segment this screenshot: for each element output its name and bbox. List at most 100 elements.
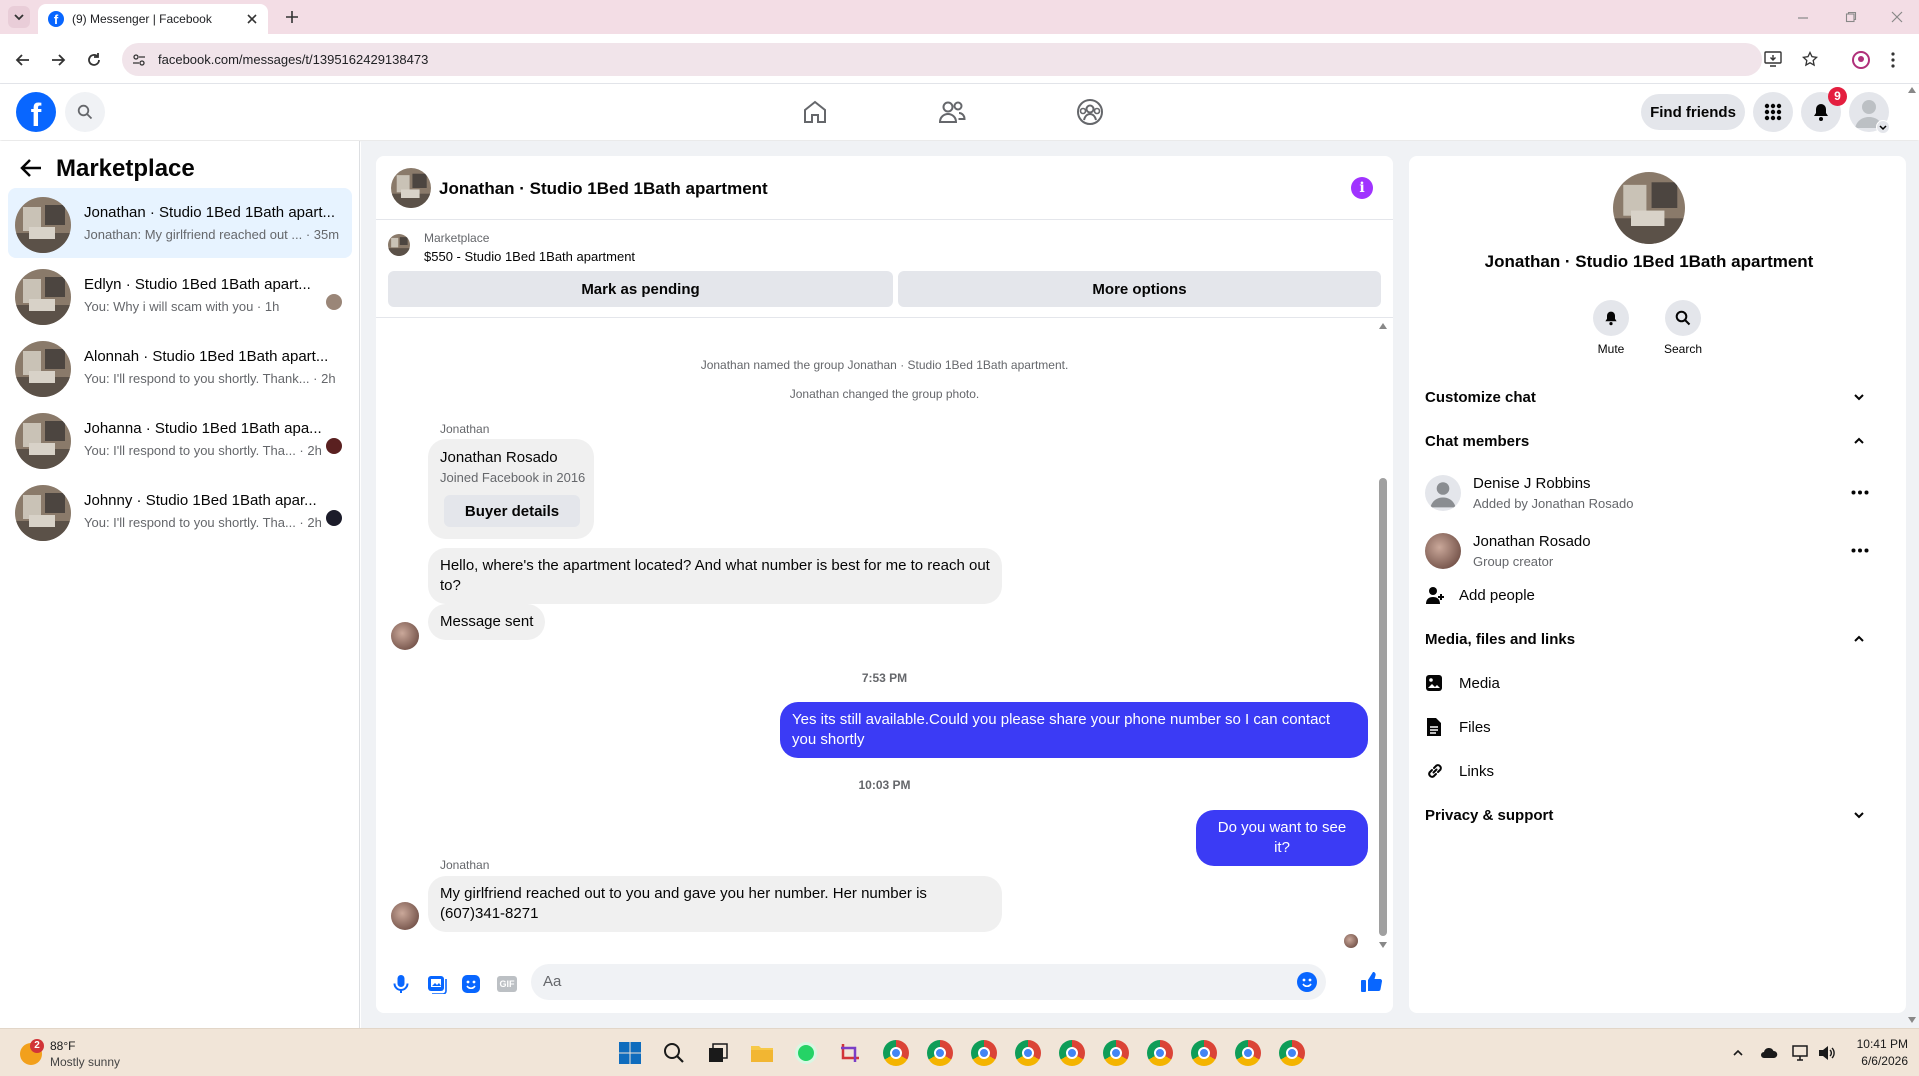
gif-icon[interactable]: GIF — [497, 976, 517, 992]
chevron-down-icon — [14, 14, 24, 21]
chrome-button[interactable] — [880, 1037, 912, 1069]
menu-button[interactable] — [1753, 92, 1793, 132]
add-people-row[interactable]: Add people — [1425, 577, 1885, 613]
clock-time[interactable]: 10:41 PM — [1846, 1037, 1908, 1051]
weather-widget[interactable]: 2 88°F Mostly sunny — [18, 1037, 158, 1071]
groups-icon[interactable] — [1076, 98, 1104, 126]
chrome-button[interactable] — [1012, 1037, 1044, 1069]
privacy-support-label: Privacy & support — [1425, 806, 1554, 824]
facebook-logo-icon[interactable]: f — [16, 92, 56, 132]
chrome-button[interactable] — [968, 1037, 1000, 1069]
chrome-button[interactable] — [1232, 1037, 1264, 1069]
privacy-support-row[interactable]: Privacy & support — [1425, 797, 1885, 833]
scroll-down-icon[interactable] — [1378, 941, 1388, 949]
photo-icon[interactable] — [427, 974, 447, 994]
chrome-button[interactable] — [1056, 1037, 1088, 1069]
more-horiz-icon[interactable] — [1851, 548, 1869, 553]
member-row[interactable]: Denise J Robbins Added by Jonathan Rosad… — [1425, 467, 1885, 519]
thumbs-up-icon[interactable] — [1360, 971, 1382, 993]
conversation-preview: You: I'll respond to you shortly. Tha...… — [84, 515, 322, 530]
chat-header: Jonathan · Studio 1Bed 1Bath apartment i — [376, 156, 1393, 220]
profile-icon[interactable] — [1852, 51, 1870, 69]
bookmark-star-icon[interactable] — [1802, 51, 1818, 67]
restore-icon[interactable] — [1845, 11, 1857, 23]
address-bar[interactable]: facebook.com/messages/t/1395162429138473 — [122, 43, 1818, 76]
buyer-details-button[interactable]: Buyer details — [444, 495, 580, 527]
reload-icon[interactable] — [86, 52, 102, 68]
install-app-icon[interactable] — [1764, 51, 1782, 67]
snipping-tool-button[interactable] — [834, 1037, 866, 1069]
friends-icon[interactable] — [938, 99, 966, 125]
conversation-item[interactable]: Edlyn · Studio 1Bed 1Bath apart... You: … — [8, 260, 352, 330]
whatsapp-button[interactable] — [790, 1037, 822, 1069]
outgoing-message: Do you want to see it? — [1196, 810, 1368, 866]
search-in-chat-button[interactable] — [1665, 300, 1701, 336]
microphone-icon[interactable] — [392, 974, 410, 994]
find-friends-button[interactable]: Find friends — [1641, 94, 1745, 130]
chat-members-row[interactable]: Chat members — [1425, 423, 1885, 459]
conversation-item[interactable]: Jonathan · Studio 1Bed 1Bath apart... Jo… — [8, 188, 352, 258]
file-explorer-button[interactable] — [746, 1037, 778, 1069]
chrome-button[interactable] — [1100, 1037, 1132, 1069]
chat-avatar[interactable] — [391, 168, 431, 208]
network-icon[interactable] — [1792, 1045, 1810, 1061]
chrome-button[interactable] — [1276, 1037, 1308, 1069]
page-scroll-up-icon[interactable] — [1907, 86, 1917, 94]
chrome-button[interactable] — [1188, 1037, 1220, 1069]
close-icon[interactable] — [246, 13, 258, 25]
media-files-links-row[interactable]: Media, files and links — [1425, 621, 1885, 657]
customize-chat-label: Customize chat — [1425, 388, 1536, 406]
customize-chat-row[interactable]: Customize chat — [1425, 379, 1885, 415]
tab-search-button[interactable] — [8, 6, 30, 28]
listing-price[interactable]: $550 - Studio 1Bed 1Bath apartment — [424, 249, 635, 264]
member-row[interactable]: Jonathan Rosado Group creator — [1425, 525, 1885, 577]
account-chevron-icon[interactable] — [1876, 120, 1890, 134]
scrollbar-thumb[interactable] — [1379, 478, 1387, 936]
more-vert-icon[interactable] — [1891, 52, 1895, 68]
more-options-button[interactable]: More options — [898, 271, 1381, 307]
chevron-up-icon[interactable] — [1732, 1047, 1744, 1059]
new-tab-icon[interactable] — [285, 10, 299, 24]
taskbar-search-button[interactable] — [658, 1037, 690, 1069]
back-arrow-icon[interactable] — [15, 52, 31, 68]
files-row[interactable]: Files — [1425, 709, 1885, 745]
mute-button[interactable] — [1593, 300, 1629, 336]
sender-name: Jonathan — [440, 422, 490, 436]
window-close-icon[interactable] — [1891, 11, 1903, 23]
fb-search-button[interactable] — [65, 92, 105, 132]
start-button[interactable] — [614, 1037, 646, 1069]
site-info-icon[interactable] — [132, 53, 146, 67]
home-icon[interactable] — [802, 99, 828, 125]
conversation-item[interactable]: Johnny · Studio 1Bed 1Bath apar... You: … — [8, 476, 352, 546]
group-photo[interactable] — [1613, 172, 1685, 244]
task-view-button[interactable] — [702, 1037, 734, 1069]
more-horiz-icon[interactable] — [1851, 490, 1869, 495]
minimize-icon[interactable] — [1797, 12, 1809, 24]
emoji-icon[interactable] — [1297, 972, 1317, 992]
back-arrow-icon[interactable] — [20, 158, 42, 178]
chrome-button[interactable] — [1144, 1037, 1176, 1069]
chat-title[interactable]: Jonathan · Studio 1Bed 1Bath apartment — [439, 179, 768, 199]
chrome-button[interactable] — [924, 1037, 956, 1069]
listing-thumbnail[interactable] — [388, 234, 410, 256]
sticker-icon[interactable] — [461, 974, 481, 994]
clock-date[interactable]: 6/6/2026 — [1846, 1054, 1908, 1068]
chrome-icon — [1147, 1040, 1173, 1066]
forward-arrow-icon[interactable] — [50, 52, 66, 68]
card-joined: Joined Facebook in 2016 — [440, 470, 586, 485]
onedrive-icon[interactable] — [1760, 1046, 1778, 1060]
page-scroll-down-icon[interactable] — [1907, 1016, 1917, 1024]
mark-as-pending-button[interactable]: Mark as pending — [388, 271, 893, 307]
info-icon[interactable]: i — [1351, 177, 1373, 199]
links-row[interactable]: Links — [1425, 753, 1885, 789]
conversation-item[interactable]: Alonnah · Studio 1Bed 1Bath apart... You… — [8, 332, 352, 402]
scroll-up-icon[interactable] — [1378, 322, 1388, 330]
member-name: Denise J Robbins — [1473, 475, 1591, 492]
member-sub: Added by Jonathan Rosado — [1473, 496, 1634, 511]
grid-menu-icon — [1764, 103, 1782, 121]
volume-icon[interactable] — [1818, 1045, 1836, 1061]
media-row[interactable]: Media — [1425, 665, 1885, 701]
message-input[interactable]: Aa — [531, 964, 1326, 1000]
browser-tab[interactable]: f (9) Messenger | Facebook — [38, 4, 268, 34]
conversation-item[interactable]: Johanna · Studio 1Bed 1Bath apa... You: … — [8, 404, 352, 474]
